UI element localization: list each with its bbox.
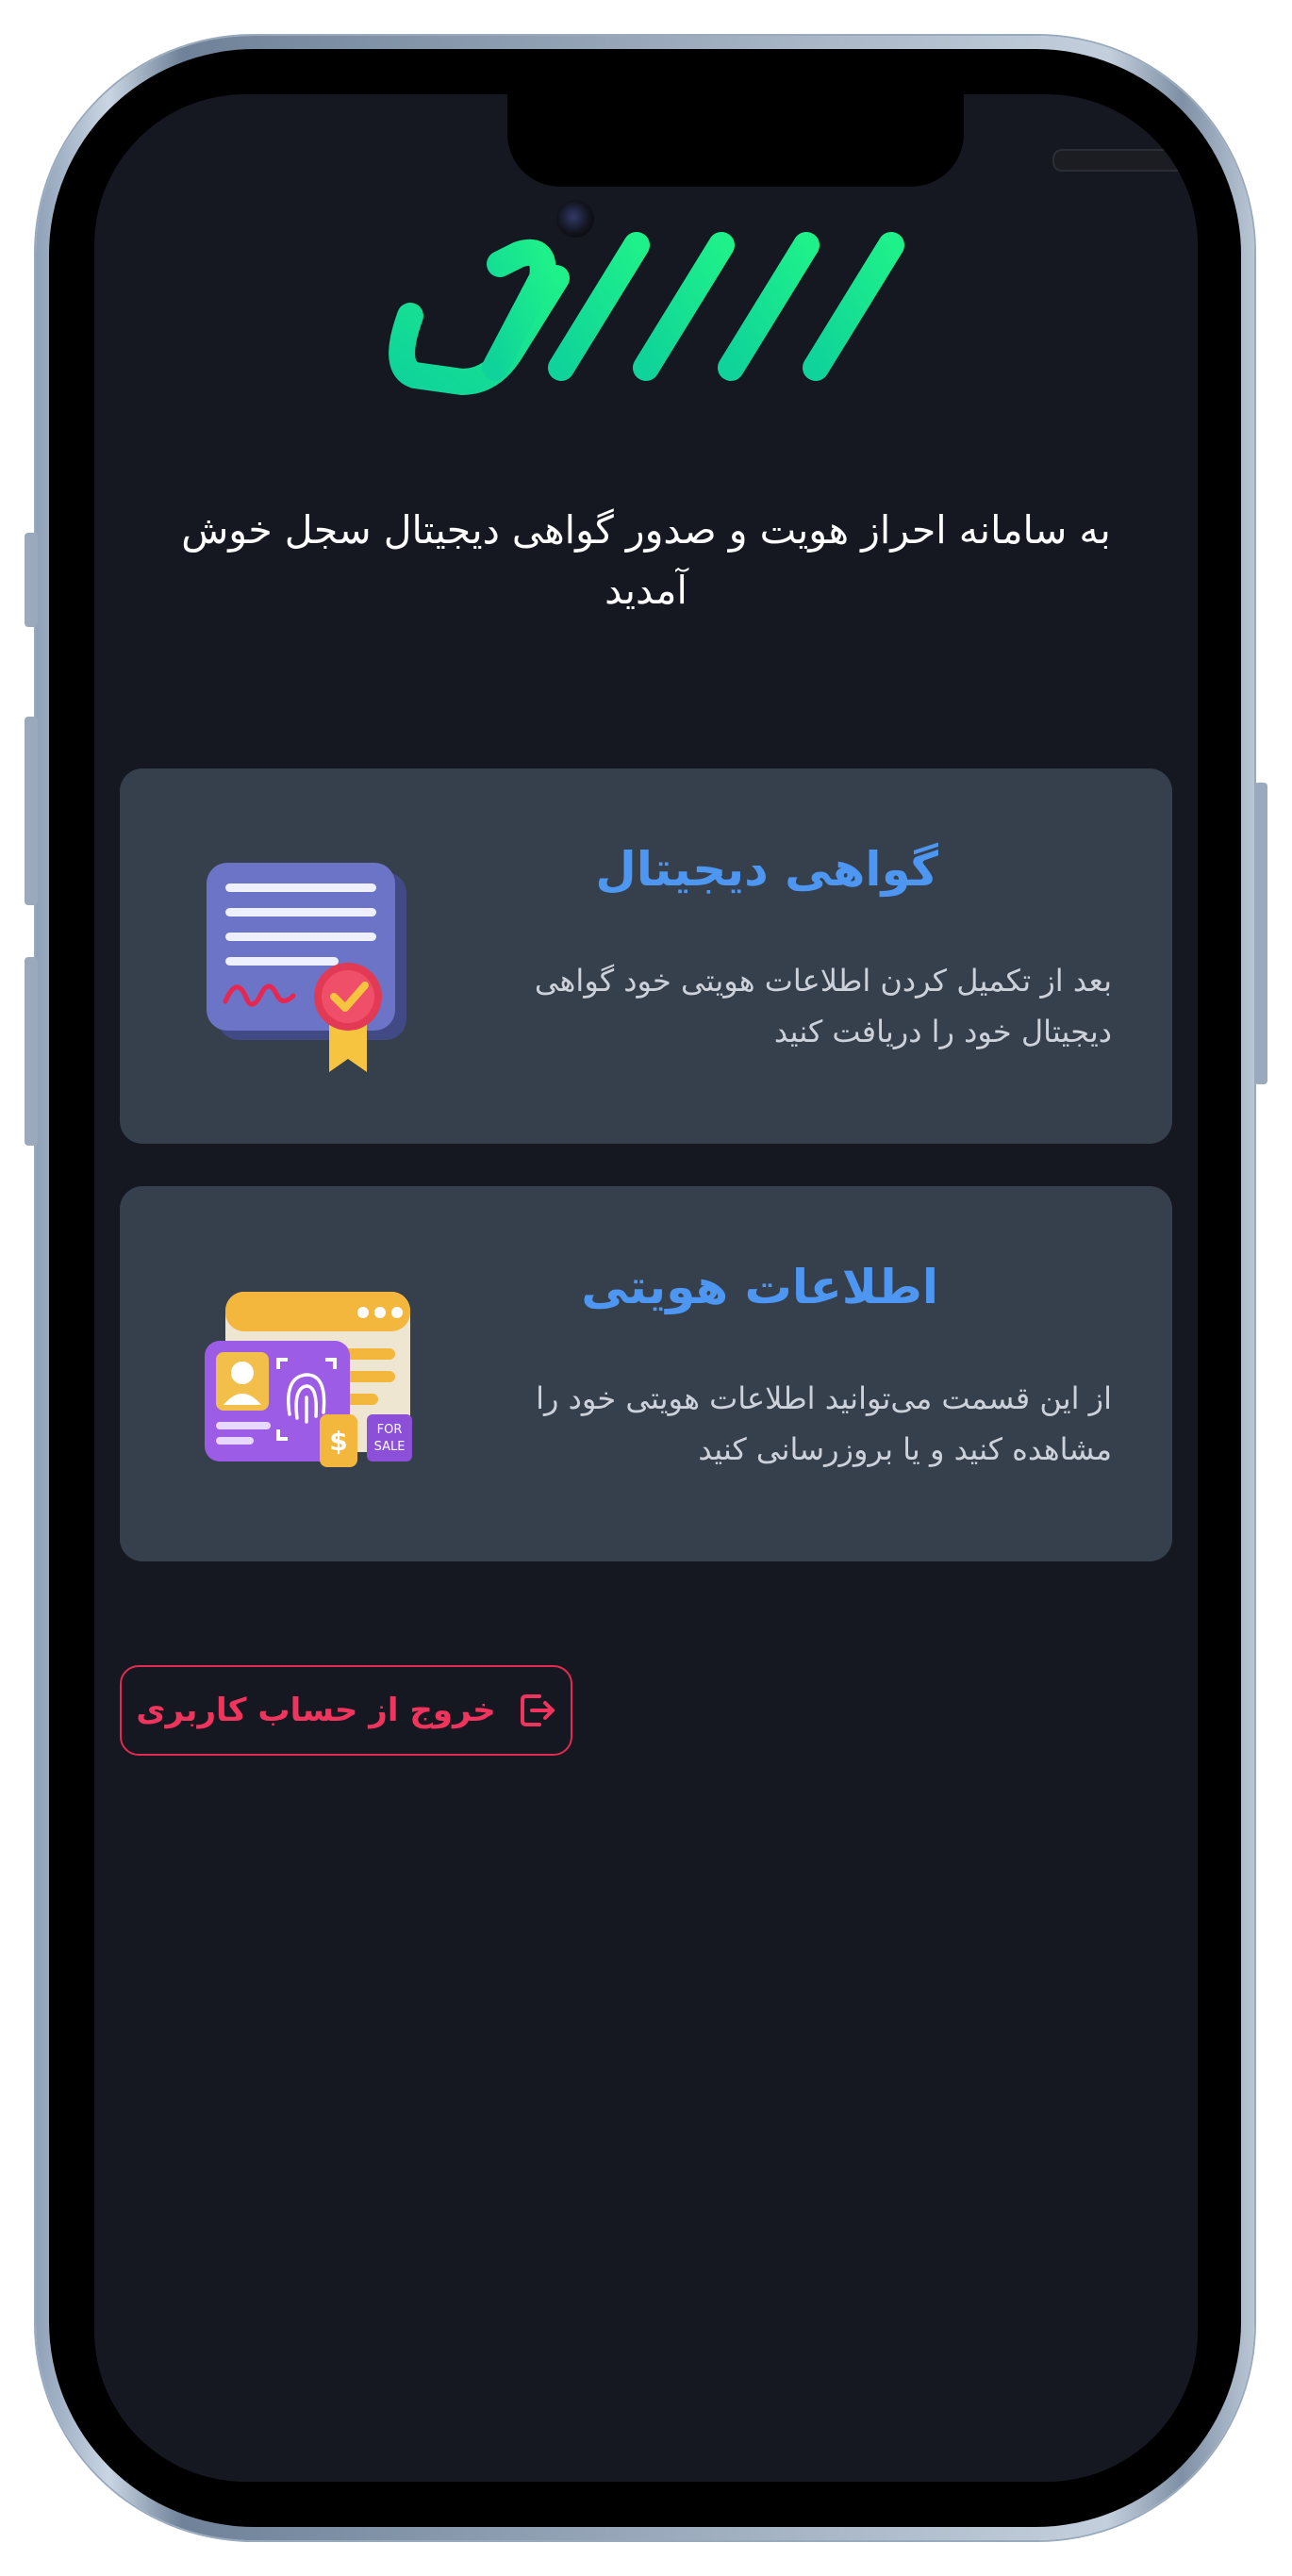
mute-switch [25,533,38,627]
card-description: از این قسمت می‌توانید اطلاعات هویتی خود … [536,1380,1112,1467]
svg-text:FOR: FOR [377,1423,403,1437]
logout-label: خروج از حساب کاربری [136,1692,496,1729]
notch [507,94,1198,187]
logout-button[interactable]: خروج از حساب کاربری [120,1665,572,1756]
volume-up-button [25,717,38,905]
card-title: اطلاعات هویتی [581,1260,938,1314]
svg-text:SALE: SALE [374,1440,406,1454]
logout-icon [520,1694,555,1726]
speaker-grille [1052,149,1198,172]
power-button [1254,783,1267,1084]
volume-down-button [25,957,38,1146]
card-description: بعد از تکمیل کردن اطلاعات هویتی خود گواه… [534,963,1112,1049]
digital-certificate-card[interactable]: گواهی دیجیتال بعد از تکمیل کردن اطلاعات … [120,768,1172,1144]
identity-card-icon: $ FOR SALE [205,1292,412,1467]
certificate-icon [207,863,406,1072]
welcome-heading: به سامانه احراز هویت و صدور گواهی دیجیتا… [181,507,1111,613]
app-screen: به سامانه احراز هویت و صدور گواهی دیجیتا… [94,94,1198,2482]
card-title: گواهی دیجیتال [595,842,938,897]
identity-info-card[interactable]: اطلاعات هویتی از این قسمت می‌توانید اطلا… [120,1186,1172,1561]
sajal-logo [389,232,904,395]
svg-text:$: $ [329,1426,347,1457]
